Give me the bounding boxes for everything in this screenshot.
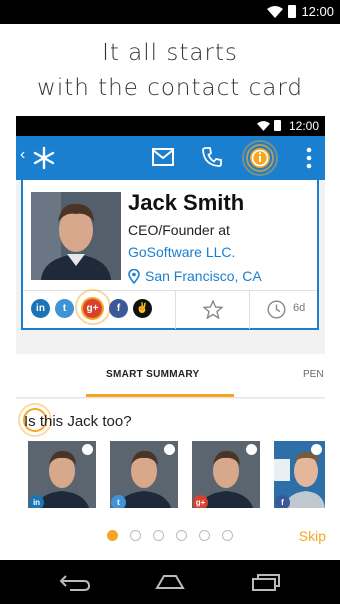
tab-bar: SMART SUMMARY PEN	[16, 354, 325, 398]
back-icon[interactable]: ‹	[20, 146, 25, 164]
headline: It all starts with the contact card	[0, 36, 340, 106]
divider	[249, 291, 250, 329]
headline-line-1: It all starts	[102, 40, 238, 66]
recents-nav-icon[interactable]	[250, 572, 282, 592]
contact-name: Jack Smith	[128, 190, 245, 215]
location-text: San Francisco, CA	[145, 268, 262, 284]
headline-line-2: with the contact card	[37, 75, 303, 101]
twitter-icon[interactable]: t	[55, 299, 74, 318]
last-contact-label: 6d	[293, 302, 306, 314]
select-circle-icon[interactable]	[164, 444, 175, 455]
battery-icon	[288, 5, 297, 18]
status-bar: 12:00	[0, 0, 340, 24]
match-candidate-3[interactable]: g+	[192, 441, 260, 511]
info-icon[interactable]	[238, 140, 282, 176]
battery-icon	[274, 120, 281, 131]
page-dot-3[interactable]	[153, 530, 164, 541]
match-question: Is this Jack too?	[24, 413, 132, 430]
inner-status-bar: 12:00	[16, 116, 325, 136]
phone-call-icon[interactable]	[201, 146, 223, 168]
page-dot-5[interactable]	[199, 530, 210, 541]
page-dot-4[interactable]	[176, 530, 187, 541]
contact-title: CEO/Founder at	[128, 222, 230, 238]
google-plus-icon[interactable]: g+	[83, 299, 102, 318]
app-bar: ‹	[16, 136, 325, 180]
onboarding-screen: It all starts with the contact card 12:0…	[0, 24, 340, 560]
app-logo-icon	[33, 146, 55, 170]
tab-indicator	[86, 394, 234, 397]
star-icon[interactable]	[203, 300, 223, 319]
location-pin-icon	[128, 268, 140, 284]
tab-next[interactable]: PEN	[303, 369, 324, 380]
more-options-icon[interactable]	[306, 146, 312, 170]
contact-card: Jack Smith CEO/Founder at GoSoftware LLC…	[21, 180, 319, 330]
pager-bar: Skip	[0, 508, 340, 560]
status-time: 12:00	[301, 4, 334, 19]
select-circle-icon[interactable]	[311, 444, 322, 455]
divider	[175, 291, 176, 329]
select-circle-icon[interactable]	[246, 444, 257, 455]
contact-location[interactable]: San Francisco, CA	[128, 268, 262, 284]
match-candidate-2[interactable]: t	[110, 441, 178, 511]
select-circle-icon[interactable]	[82, 444, 93, 455]
navigation-bar	[0, 560, 340, 604]
page-indicator	[107, 530, 233, 541]
back-nav-icon[interactable]	[58, 572, 92, 592]
facebook-icon[interactable]: f	[109, 299, 128, 318]
tab-smart-summary[interactable]: SMART SUMMARY	[106, 369, 200, 380]
clock-icon	[267, 300, 286, 319]
wifi-icon	[257, 120, 270, 131]
angellist-icon[interactable]: ✌	[133, 299, 152, 318]
skip-button[interactable]: Skip	[299, 528, 326, 544]
social-row: in t g+ f ✌ 6d	[23, 289, 317, 329]
match-candidate-1[interactable]: in	[28, 441, 96, 511]
linkedin-icon[interactable]: in	[31, 299, 50, 318]
page-dot-1[interactable]	[107, 530, 118, 541]
wifi-icon	[267, 5, 284, 18]
home-nav-icon[interactable]	[152, 572, 188, 592]
page-dot-2[interactable]	[130, 530, 141, 541]
mail-icon[interactable]	[152, 148, 174, 166]
phone-preview: 12:00 ‹ Jack Smith CEO/Founder at GoSoft…	[16, 116, 325, 536]
match-candidate-4[interactable]: f	[274, 441, 325, 511]
contact-photo[interactable]	[31, 192, 121, 280]
inner-status-time: 12:00	[288, 119, 319, 133]
contact-company-link[interactable]: GoSoftware LLC.	[128, 244, 235, 260]
page-dot-6[interactable]	[222, 530, 233, 541]
